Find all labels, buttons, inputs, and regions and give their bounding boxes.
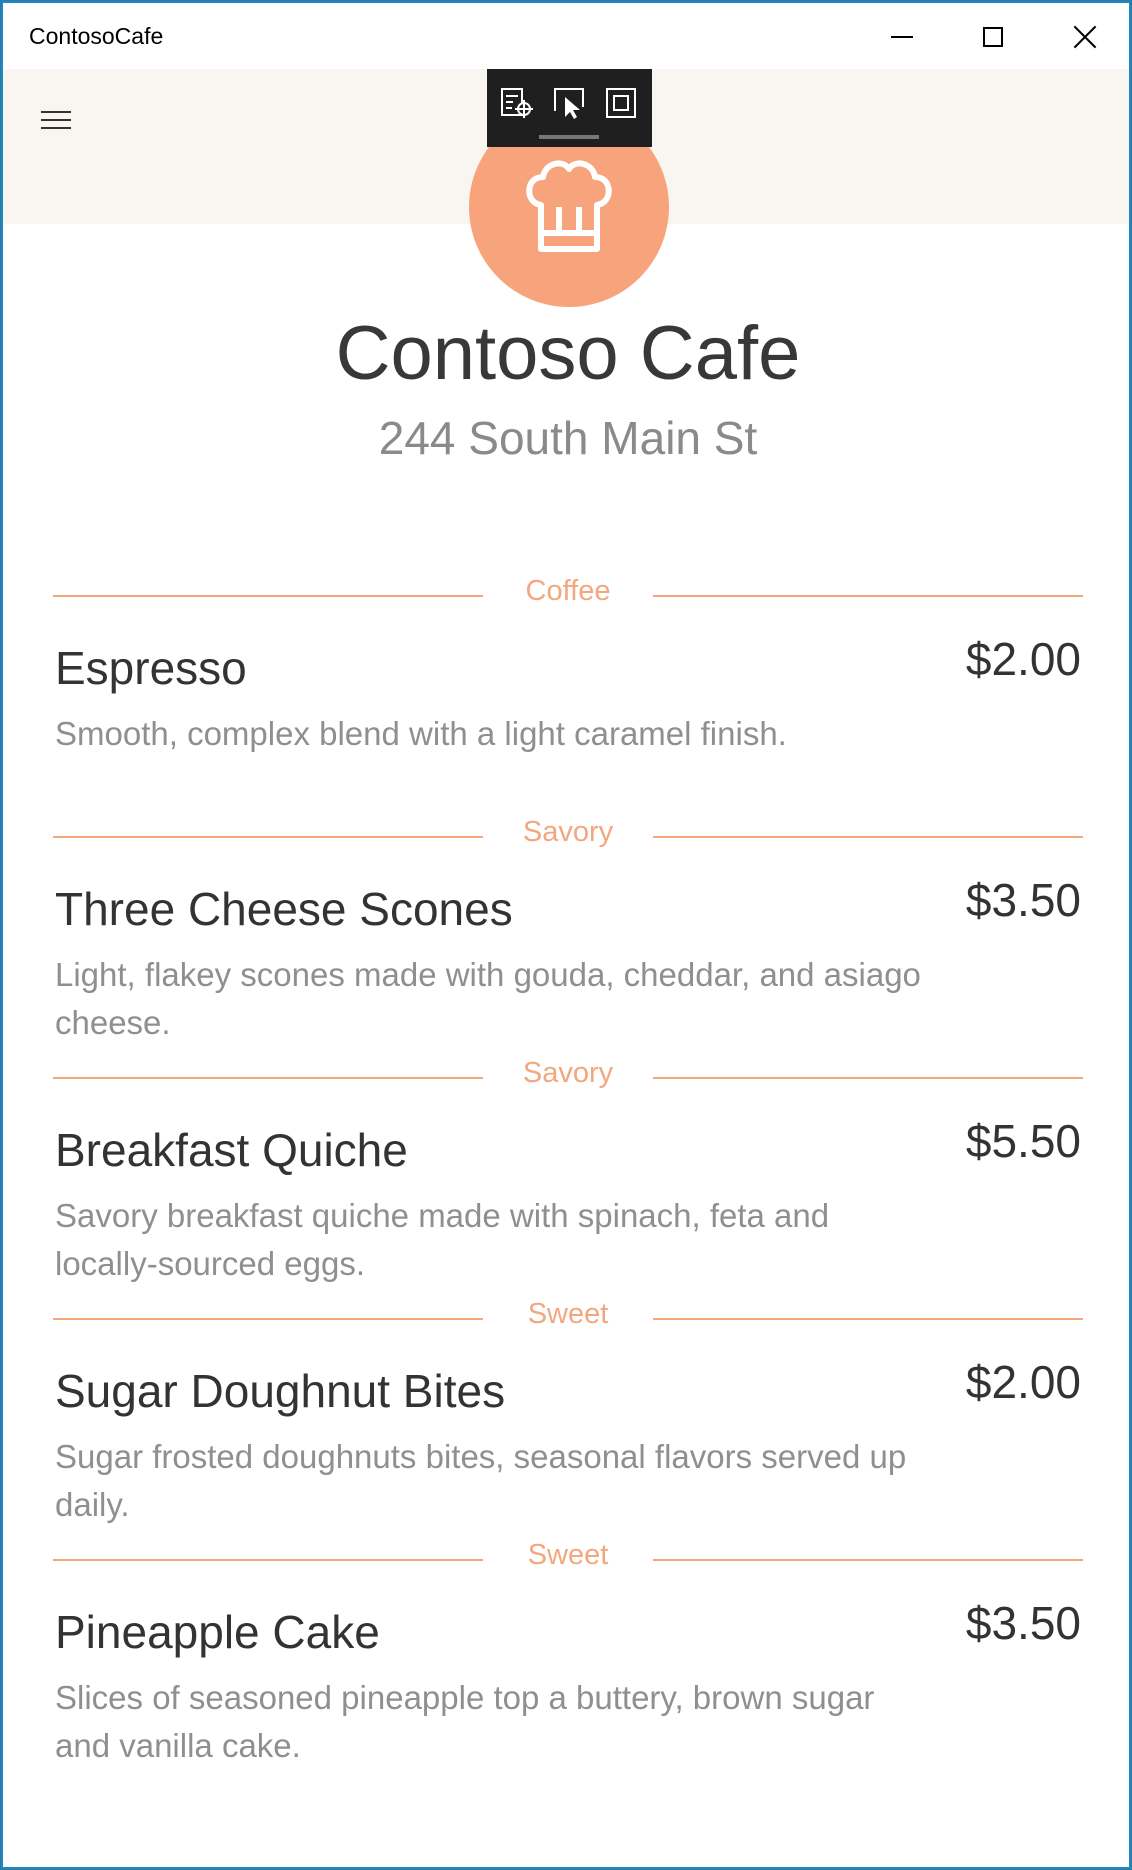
item-description: Savory breakfast quiche made with spinac… <box>55 1197 830 1282</box>
minimize-button[interactable] <box>854 3 946 69</box>
category-header: Savory <box>53 1045 1083 1089</box>
menu-item[interactable]: Sweet Pineapple Cake $3.50 Slices of sea… <box>3 1527 1129 1768</box>
window-title: ContosoCafe <box>29 23 164 49</box>
maximize-button[interactable] <box>946 3 1038 69</box>
category-label: Sweet <box>527 1298 609 1330</box>
divider <box>53 595 483 597</box>
menu-item[interactable]: Savory Breakfast Quiche $5.50 Savory bre… <box>3 1045 1129 1286</box>
item-description: Slices of seasoned pineapple top a butte… <box>55 1679 875 1764</box>
divider <box>53 1318 483 1320</box>
cafe-address: 244 South Main St <box>378 412 758 464</box>
category-header: Sweet <box>53 1527 1083 1571</box>
maximize-icon <box>983 27 1003 47</box>
divider <box>53 1077 483 1079</box>
item-name: Breakfast Quiche <box>55 1124 408 1176</box>
app-window: ContosoCafe Contoso Cafe 244 South Main … <box>1 1 1131 1869</box>
category-label: Coffee <box>525 575 611 607</box>
menu-list: Coffee Espresso $2.00 Smooth, complex bl… <box>3 563 1129 1768</box>
category-header: Savory <box>53 804 1083 848</box>
display-layout-adorners-button[interactable] <box>603 85 639 121</box>
item-price: $3.50 <box>965 1597 1081 1649</box>
divider <box>53 836 483 838</box>
item-price: $2.00 <box>965 1356 1081 1408</box>
divider <box>653 1559 1083 1561</box>
category-label: Savory <box>522 816 614 848</box>
item-name: Pineapple Cake <box>55 1606 380 1658</box>
item-description: Sugar frosted doughnuts bites, seasonal … <box>55 1438 907 1523</box>
hamburger-icon[interactable] <box>41 111 71 131</box>
divider <box>653 1077 1083 1079</box>
menu-item[interactable]: Coffee Espresso $2.00 Smooth, complex bl… <box>3 563 1129 804</box>
divider <box>653 595 1083 597</box>
close-button[interactable] <box>1038 3 1129 69</box>
chef-hat-icon <box>526 160 612 252</box>
toolbar-grip[interactable] <box>539 135 599 139</box>
close-icon <box>1074 26 1096 48</box>
select-element-button[interactable] <box>551 85 587 121</box>
item-name: Three Cheese Scones <box>55 883 513 935</box>
category-label: Sweet <box>527 1539 609 1571</box>
display-layout-adorners-icon <box>606 88 636 118</box>
item-description: Smooth, complex blend with a light caram… <box>55 715 787 752</box>
minimize-icon <box>891 36 913 38</box>
divider <box>53 1559 483 1561</box>
select-element-icon <box>554 88 584 119</box>
debug-toolbar <box>487 69 652 147</box>
item-price: $3.50 <box>965 874 1081 926</box>
item-description: Light, flakey scones made with gouda, ch… <box>55 956 921 1041</box>
category-header: Sweet <box>53 1286 1083 1330</box>
title-bar: ContosoCafe <box>3 3 1129 69</box>
live-visual-tree-icon <box>501 88 533 118</box>
item-price: $5.50 <box>965 1115 1081 1167</box>
item-name: Espresso <box>55 642 247 694</box>
item-price: $2.00 <box>965 633 1081 685</box>
category-label: Savory <box>522 1057 614 1089</box>
live-visual-tree-button[interactable] <box>499 85 535 121</box>
divider <box>653 1318 1083 1320</box>
cafe-name: Contoso Cafe <box>335 311 801 396</box>
item-name: Sugar Doughnut Bites <box>55 1365 506 1417</box>
divider <box>653 836 1083 838</box>
menu-item[interactable]: Savory Three Cheese Scones $3.50 Light, … <box>3 804 1129 1045</box>
category-header: Coffee <box>53 563 1083 607</box>
menu-item[interactable]: Sweet Sugar Doughnut Bites $2.00 Sugar f… <box>3 1286 1129 1527</box>
